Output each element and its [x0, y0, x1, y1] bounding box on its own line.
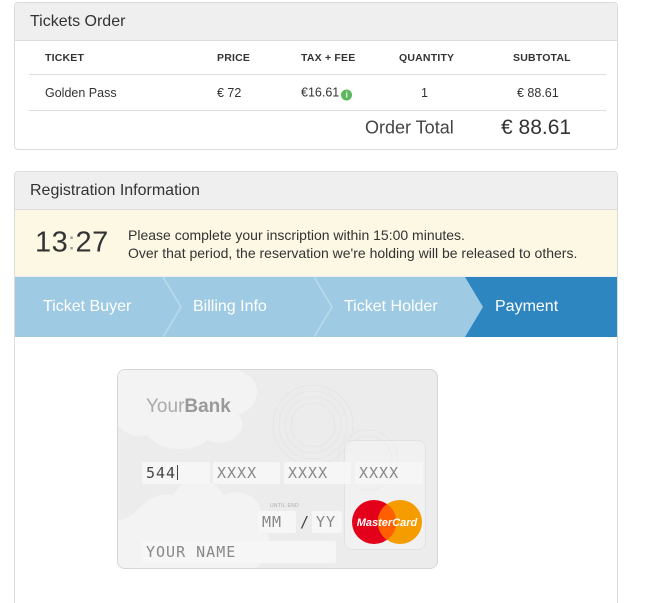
expiry-year-input[interactable]: YY [312, 511, 342, 533]
column-header-quantity: QUANTITY [399, 51, 455, 64]
countdown-timer: 13:27 [35, 227, 109, 260]
reservation-notice: 13:27 Please complete your inscription w… [15, 210, 617, 277]
tickets-order-table: TICKET PRICE TAX + FEE QUANTITY SUBTOTAL… [29, 41, 606, 145]
registration-panel: Registration Information 13:27 Please co… [14, 171, 618, 603]
column-header-price: PRICE [217, 51, 251, 64]
table-header-row: TICKET PRICE TAX + FEE QUANTITY SUBTOTAL [29, 41, 606, 75]
tickets-order-panel: Tickets Order TICKET PRICE TAX + FEE QUA… [14, 2, 618, 150]
step-ticket-holder[interactable]: Ticket Holder [344, 277, 438, 337]
bank-name-prefix: Your [146, 396, 185, 417]
timer-minutes: 13 [35, 226, 69, 259]
ticket-price: € 72 [217, 85, 242, 100]
notice-line-2: Over that period, the reservation we're … [128, 245, 578, 261]
card-number-group-2-input[interactable]: XXXX [213, 462, 280, 484]
ticket-subtotal: € 88.61 [517, 85, 559, 100]
ticket-quantity: 1 [421, 85, 428, 100]
column-header-tax-fee: TAX + FEE [301, 51, 356, 64]
mastercard-logo: MasterCard [352, 500, 422, 544]
step-billing-info[interactable]: Billing Info [193, 277, 267, 337]
mastercard-text: MasterCard [357, 517, 418, 529]
order-total-row: Order Total € 88.61 [29, 111, 606, 145]
timer-seconds: 27 [75, 226, 109, 259]
column-header-subtotal: SUBTOTAL [513, 51, 571, 64]
checkout-steps: Ticket Buyer Billing Info Ticket Holder … [15, 277, 617, 337]
text-caret [177, 465, 179, 480]
expiry-separator: / [300, 513, 310, 531]
expiry-month-input[interactable]: MM [258, 511, 296, 533]
column-header-ticket: TICKET [45, 51, 85, 64]
card-number-group-3-input[interactable]: XXXX [284, 462, 351, 484]
step-payment[interactable]: Payment [495, 277, 558, 337]
step-divider [163, 277, 183, 337]
ticket-tax-fee: €16.61 i [301, 85, 353, 100]
valid-until-label: UNTIL END [270, 503, 299, 509]
card-number-group-4-input[interactable]: XXXX [355, 462, 423, 484]
credit-card-form: YourBank 544 XXXX XXXX XXXX UNTIL END MM… [117, 369, 438, 569]
card-number-group-1-input[interactable]: 544 [142, 462, 210, 484]
step-divider [314, 277, 334, 337]
order-total-label: Order Total [365, 117, 454, 138]
tickets-order-heading: Tickets Order [15, 3, 617, 41]
notice-text: Please complete your inscription within … [128, 226, 577, 262]
table-row: Golden Pass € 72 €16.61 i 1 € 88.61 [29, 75, 606, 111]
notice-line-1: Please complete your inscription within … [128, 227, 465, 243]
bank-name: YourBank [146, 396, 231, 418]
registration-heading: Registration Information [15, 172, 617, 210]
ticket-name: Golden Pass [45, 85, 117, 100]
bank-name-suffix: Bank [184, 396, 231, 417]
order-total-value: € 88.61 [501, 116, 572, 139]
step-ticket-buyer[interactable]: Ticket Buyer [43, 277, 131, 337]
card-number-group-1-value: 544 [146, 464, 177, 482]
info-circle-icon[interactable]: i [341, 89, 353, 100]
tax-fee-value: €16.61 [301, 85, 340, 99]
cardholder-name-input[interactable]: YOUR NAME [142, 541, 336, 563]
